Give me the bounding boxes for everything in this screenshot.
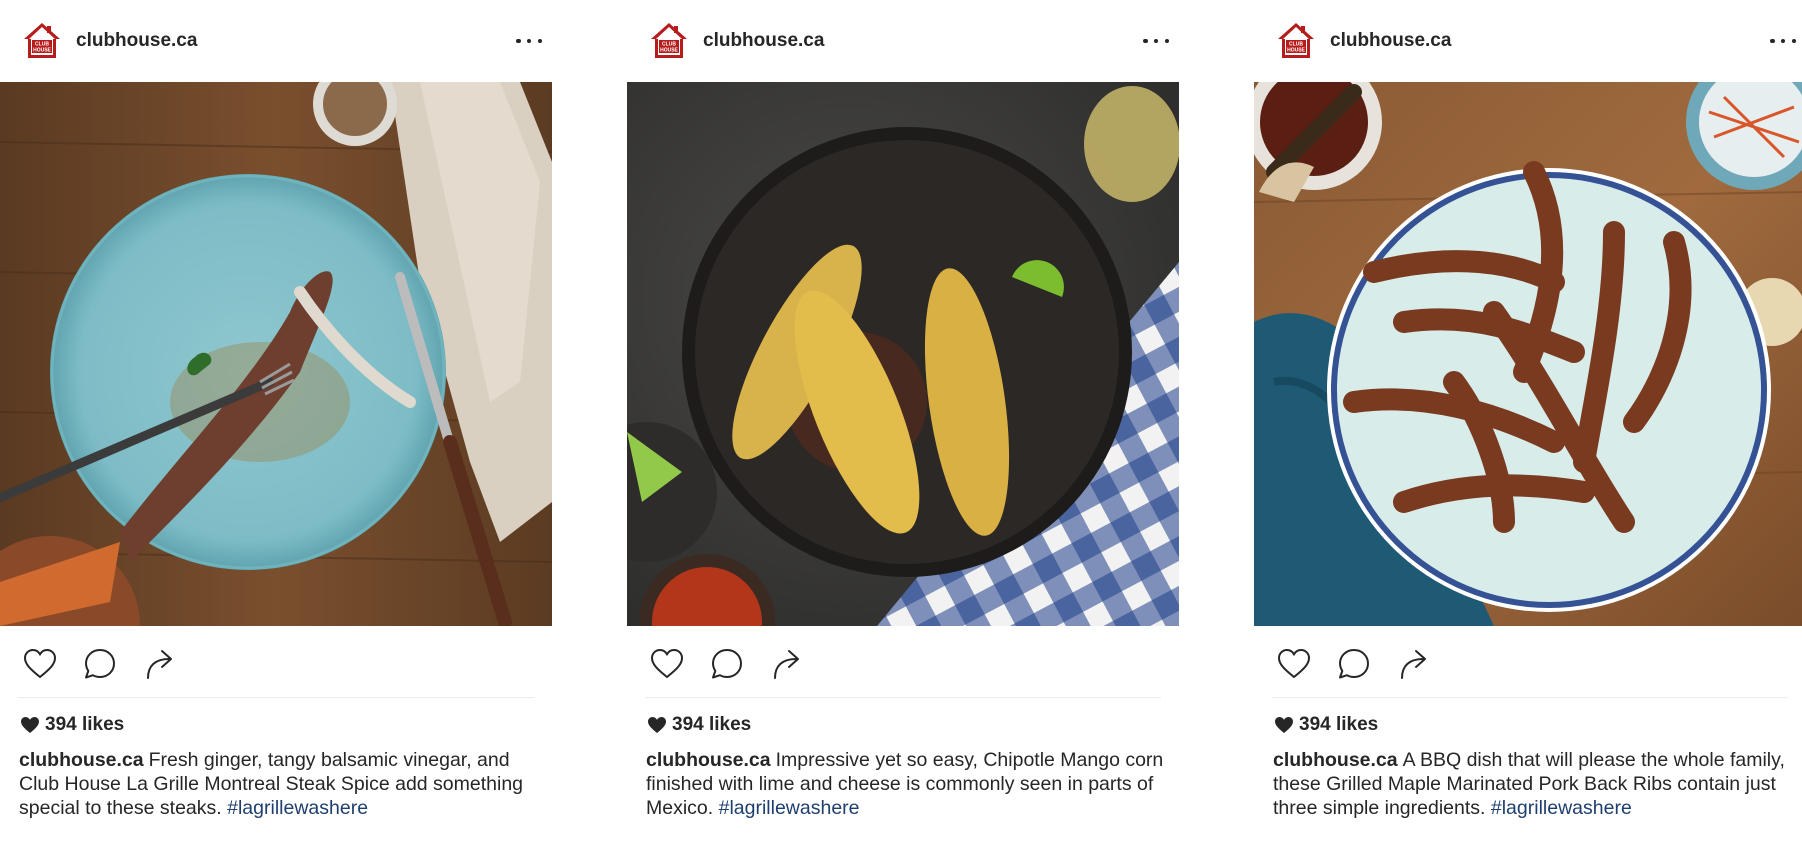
- caption-username[interactable]: clubhouse.ca: [1273, 749, 1398, 771]
- post-header: CLUB HOUSE clubhouse.ca: [1276, 20, 1802, 62]
- post-card: CLUB HOUSE clubhouse.ca 394 likes clubho…: [627, 0, 1179, 853]
- post-actions: [22, 646, 178, 682]
- likes-label: 394 likes: [672, 714, 752, 735]
- likes-count[interactable]: 394 likes: [20, 714, 124, 736]
- heart-filled-icon: [648, 717, 666, 733]
- likes-count[interactable]: 394 likes: [1274, 714, 1378, 736]
- more-options-icon[interactable]: [1143, 34, 1169, 48]
- post-card: CLUB HOUSE clubhouse.ca 394 likes clubho…: [0, 0, 552, 853]
- svg-text:HOUSE: HOUSE: [1287, 48, 1305, 54]
- svg-text:HOUSE: HOUSE: [33, 48, 51, 54]
- post-username[interactable]: clubhouse.ca: [1330, 30, 1451, 52]
- heart-outline-icon[interactable]: [1276, 646, 1312, 682]
- divider: [645, 697, 1161, 698]
- caption-hashtag[interactable]: #lagrillewashere: [719, 797, 860, 819]
- post-header: CLUB HOUSE clubhouse.ca: [649, 20, 1179, 62]
- post-photo[interactable]: [1254, 82, 1802, 626]
- heart-outline-icon[interactable]: [649, 646, 685, 682]
- svg-text:HOUSE: HOUSE: [660, 48, 678, 54]
- likes-label: 394 likes: [1299, 714, 1379, 735]
- post-username[interactable]: clubhouse.ca: [703, 30, 824, 52]
- comment-icon[interactable]: [82, 646, 118, 682]
- share-icon[interactable]: [1396, 646, 1432, 682]
- share-icon[interactable]: [142, 646, 178, 682]
- divider: [18, 697, 534, 698]
- caption-username[interactable]: clubhouse.ca: [19, 749, 144, 771]
- post-photo[interactable]: [627, 82, 1179, 626]
- club-house-logo[interactable]: CLUB HOUSE: [22, 21, 62, 61]
- more-options-icon[interactable]: [516, 34, 542, 48]
- post-username[interactable]: clubhouse.ca: [76, 30, 197, 52]
- post-header: CLUB HOUSE clubhouse.ca: [22, 20, 552, 62]
- comment-icon[interactable]: [1336, 646, 1372, 682]
- post-photo[interactable]: [0, 82, 552, 626]
- likes-label: 394 likes: [45, 714, 125, 735]
- comment-icon[interactable]: [709, 646, 745, 682]
- caption-hashtag[interactable]: #lagrillewashere: [1491, 797, 1632, 819]
- divider: [1272, 697, 1788, 698]
- post-caption: clubhouse.ca Impressive yet so easy, Chip…: [646, 748, 1166, 820]
- heart-outline-icon[interactable]: [22, 646, 58, 682]
- post-actions: [649, 646, 805, 682]
- club-house-logo[interactable]: CLUB HOUSE: [1276, 21, 1316, 61]
- heart-filled-icon: [21, 717, 39, 733]
- post-caption: clubhouse.ca A BBQ dish that will please …: [1273, 748, 1793, 820]
- share-icon[interactable]: [769, 646, 805, 682]
- likes-count[interactable]: 394 likes: [647, 714, 751, 736]
- post-card: CLUB HOUSE clubhouse.ca 394 likes clubho…: [1254, 0, 1802, 853]
- heart-filled-icon: [1275, 717, 1293, 733]
- club-house-logo[interactable]: CLUB HOUSE: [649, 21, 689, 61]
- caption-hashtag[interactable]: #lagrillewashere: [227, 797, 368, 819]
- post-actions: [1276, 646, 1432, 682]
- post-caption: clubhouse.ca Fresh ginger, tangy balsamic…: [19, 748, 539, 820]
- more-options-icon[interactable]: [1770, 34, 1796, 48]
- caption-username[interactable]: clubhouse.ca: [646, 749, 771, 771]
